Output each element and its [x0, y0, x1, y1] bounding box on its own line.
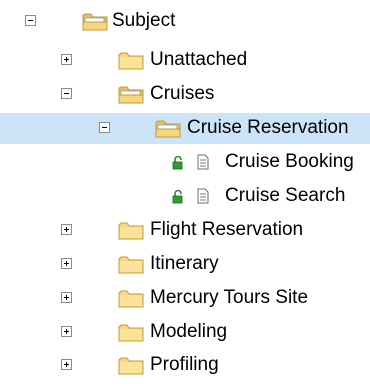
tree-node-label: Unattached [150, 49, 248, 70]
tree-node-label: Flight Reservation [150, 219, 304, 240]
subject-tree: Subject Unattached Cruises Cruise Reserv… [0, 0, 370, 387]
folder-icon [118, 256, 144, 274]
document-icon [197, 188, 209, 204]
collapse-toggle-icon[interactable] [99, 122, 110, 133]
tree-node-unattached[interactable]: Unattached [0, 45, 370, 76]
tree-node-label: Subject [112, 10, 176, 31]
folder-icon [118, 324, 144, 342]
tree-node-label: Cruises [150, 83, 215, 104]
tree-node-flight-reservation[interactable]: Flight Reservation [0, 215, 370, 246]
tree-node-label: Cruise Reservation [187, 117, 349, 138]
unlocked-icon [172, 156, 183, 170]
expand-toggle-icon[interactable] [61, 224, 72, 235]
tree-node-label: Cruise Booking [225, 151, 354, 172]
folder-open-icon [118, 86, 144, 104]
folder-open-icon [82, 13, 108, 31]
tree-node-mercury-tours-site[interactable]: Mercury Tours Site [0, 283, 370, 314]
tree-node-profiling[interactable]: Profiling [0, 350, 370, 381]
tree-node-label: Modeling [150, 321, 228, 342]
tree-node-cruise-booking[interactable]: Cruise Booking [0, 147, 370, 178]
tree-node-cruise-search[interactable]: Cruise Search [0, 181, 370, 212]
collapse-toggle-icon[interactable] [25, 15, 36, 26]
tree-node-cruise-reservation[interactable]: Cruise Reservation [0, 113, 370, 144]
tree-node-modeling[interactable]: Modeling [0, 317, 370, 348]
folder-icon [118, 222, 144, 240]
expand-toggle-icon[interactable] [61, 359, 72, 370]
expand-toggle-icon[interactable] [61, 292, 72, 303]
tree-node-label: Cruise Search [225, 185, 346, 206]
tree-node-cruises[interactable]: Cruises [0, 79, 370, 110]
unlocked-icon [172, 190, 183, 204]
tree-node-label: Itinerary [150, 253, 219, 274]
tree-node-label: Profiling [150, 354, 219, 375]
folder-icon [118, 357, 144, 375]
expand-toggle-icon[interactable] [61, 326, 72, 337]
tree-node-itinerary[interactable]: Itinerary [0, 249, 370, 280]
tree-node-label: Mercury Tours Site [150, 287, 309, 308]
expand-toggle-icon[interactable] [61, 258, 72, 269]
tree-node-subject[interactable]: Subject [0, 6, 370, 37]
expand-toggle-icon[interactable] [61, 54, 72, 65]
document-icon [197, 154, 209, 170]
folder-icon [118, 52, 144, 70]
folder-open-icon [155, 120, 181, 138]
collapse-toggle-icon[interactable] [61, 88, 72, 99]
folder-icon [118, 290, 144, 308]
